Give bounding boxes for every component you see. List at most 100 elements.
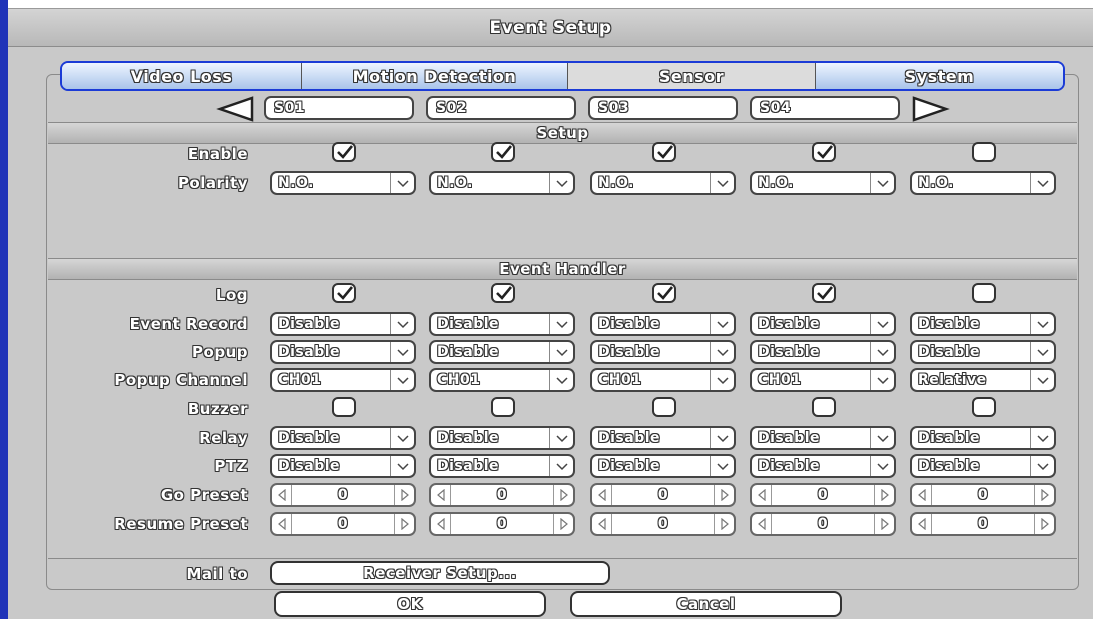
ok-button[interactable]: OK (274, 591, 546, 617)
popup-dropdown[interactable]: Disable (429, 340, 575, 364)
resume-preset-stepper[interactable]: 0 (270, 512, 416, 536)
relay-dropdown[interactable]: Disable (910, 426, 1056, 450)
log-checkbox[interactable] (652, 283, 676, 303)
chevron-down-icon[interactable] (390, 370, 414, 390)
event-record-dropdown[interactable]: Disable (910, 312, 1056, 336)
popup-dropdown[interactable]: Disable (910, 340, 1056, 364)
go-preset-stepper[interactable]: 0 (270, 483, 416, 507)
go-preset-stepper[interactable]: 0 (429, 483, 575, 507)
increment-icon[interactable] (394, 485, 414, 505)
chevron-down-icon[interactable] (549, 342, 573, 362)
chevron-down-icon[interactable] (549, 456, 573, 476)
ptz-dropdown[interactable]: Disable (590, 454, 736, 478)
chevron-down-icon[interactable] (390, 456, 414, 476)
cancel-button[interactable]: Cancel (570, 591, 842, 617)
tab-system[interactable]: System (816, 63, 1063, 89)
polarity-dropdown[interactable]: N.O. (590, 171, 736, 195)
increment-icon[interactable] (553, 485, 573, 505)
ptz-dropdown[interactable]: Disable (270, 454, 416, 478)
enable-checkbox[interactable] (332, 142, 356, 162)
decrement-icon[interactable] (752, 485, 772, 505)
decrement-icon[interactable] (431, 485, 451, 505)
resume-preset-stepper[interactable]: 0 (429, 512, 575, 536)
chevron-down-icon[interactable] (1030, 314, 1054, 334)
enable-checkbox[interactable] (972, 142, 996, 162)
decrement-icon[interactable] (431, 514, 451, 534)
enable-checkbox[interactable] (812, 142, 836, 162)
polarity-dropdown[interactable]: N.O. (270, 171, 416, 195)
log-checkbox[interactable] (972, 283, 996, 303)
chevron-down-icon[interactable] (710, 428, 734, 448)
triangle-left-icon[interactable] (216, 96, 256, 122)
decrement-icon[interactable] (912, 485, 932, 505)
chevron-down-icon[interactable] (390, 173, 414, 193)
increment-icon[interactable] (714, 514, 734, 534)
popup-dropdown[interactable]: Disable (750, 340, 896, 364)
sensor-tab-s03[interactable]: S03 (588, 96, 738, 120)
buzzer-checkbox[interactable] (972, 397, 996, 417)
event-record-dropdown[interactable]: Disable (750, 312, 896, 336)
polarity-dropdown[interactable]: N.O. (750, 171, 896, 195)
buzzer-checkbox[interactable] (491, 397, 515, 417)
polarity-dropdown[interactable]: N.O. (910, 171, 1056, 195)
tab-video-loss[interactable]: Video Loss (62, 63, 302, 89)
relay-dropdown[interactable]: Disable (750, 426, 896, 450)
chevron-down-icon[interactable] (870, 173, 894, 193)
log-checkbox[interactable] (812, 283, 836, 303)
chevron-down-icon[interactable] (390, 314, 414, 334)
chevron-down-icon[interactable] (549, 428, 573, 448)
resume-preset-stepper[interactable]: 0 (590, 512, 736, 536)
sensor-tab-s04[interactable]: S04 (750, 96, 900, 120)
decrement-icon[interactable] (912, 514, 932, 534)
popup-dropdown[interactable]: Disable (270, 340, 416, 364)
popup-channel-dropdown[interactable]: CH01 (270, 368, 416, 392)
popup-channel-dropdown[interactable]: Relative (910, 368, 1056, 392)
event-record-dropdown[interactable]: Disable (270, 312, 416, 336)
relay-dropdown[interactable]: Disable (429, 426, 575, 450)
popup-channel-dropdown[interactable]: CH01 (750, 368, 896, 392)
chevron-down-icon[interactable] (390, 428, 414, 448)
chevron-down-icon[interactable] (710, 173, 734, 193)
increment-icon[interactable] (714, 485, 734, 505)
resume-preset-stepper[interactable]: 0 (750, 512, 896, 536)
ptz-dropdown[interactable]: Disable (910, 454, 1056, 478)
chevron-down-icon[interactable] (549, 314, 573, 334)
receiver-setup-button[interactable]: Receiver Setup... (270, 561, 610, 585)
relay-dropdown[interactable]: Disable (270, 426, 416, 450)
buzzer-checkbox[interactable] (812, 397, 836, 417)
ptz-dropdown[interactable]: Disable (750, 454, 896, 478)
increment-icon[interactable] (553, 514, 573, 534)
increment-icon[interactable] (394, 514, 414, 534)
sensor-tab-s02[interactable]: S02 (426, 96, 576, 120)
resume-preset-stepper[interactable]: 0 (910, 512, 1056, 536)
event-record-dropdown[interactable]: Disable (429, 312, 575, 336)
decrement-icon[interactable] (592, 485, 612, 505)
log-checkbox[interactable] (491, 283, 515, 303)
chevron-down-icon[interactable] (710, 456, 734, 476)
log-checkbox[interactable] (332, 283, 356, 303)
decrement-icon[interactable] (272, 485, 292, 505)
decrement-icon[interactable] (592, 514, 612, 534)
chevron-down-icon[interactable] (1030, 370, 1054, 390)
chevron-down-icon[interactable] (870, 314, 894, 334)
polarity-dropdown[interactable]: N.O. (429, 171, 575, 195)
triangle-right-icon[interactable] (910, 96, 950, 122)
go-preset-stepper[interactable]: 0 (910, 483, 1056, 507)
increment-icon[interactable] (1034, 514, 1054, 534)
decrement-icon[interactable] (752, 514, 772, 534)
increment-icon[interactable] (874, 514, 894, 534)
chevron-down-icon[interactable] (870, 456, 894, 476)
chevron-down-icon[interactable] (870, 428, 894, 448)
increment-icon[interactable] (874, 485, 894, 505)
chevron-down-icon[interactable] (549, 370, 573, 390)
chevron-down-icon[interactable] (549, 173, 573, 193)
relay-dropdown[interactable]: Disable (590, 426, 736, 450)
chevron-down-icon[interactable] (1030, 173, 1054, 193)
chevron-down-icon[interactable] (1030, 342, 1054, 362)
chevron-down-icon[interactable] (870, 370, 894, 390)
chevron-down-icon[interactable] (710, 370, 734, 390)
popup-dropdown[interactable]: Disable (590, 340, 736, 364)
chevron-down-icon[interactable] (1030, 456, 1054, 476)
go-preset-stepper[interactable]: 0 (750, 483, 896, 507)
chevron-down-icon[interactable] (710, 342, 734, 362)
